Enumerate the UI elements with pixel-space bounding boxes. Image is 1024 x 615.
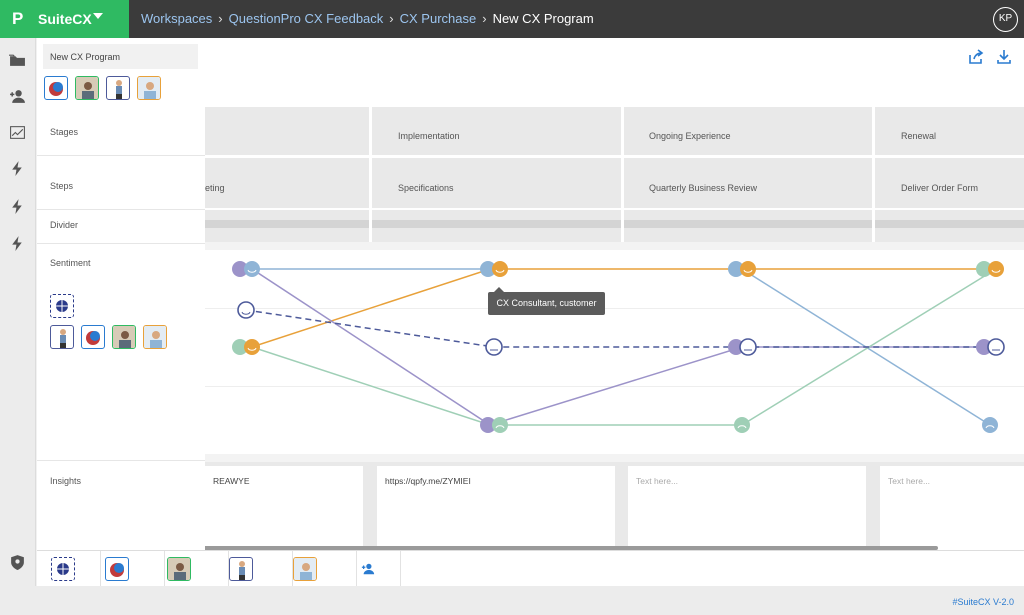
globe-icon[interactable] bbox=[51, 557, 75, 581]
row-label-stages: Stages bbox=[50, 127, 79, 137]
persona-avatar[interactable] bbox=[50, 325, 74, 349]
sentiment-face-icon bbox=[976, 338, 1005, 356]
insight-card[interactable]: REAWYE bbox=[205, 466, 363, 548]
persona-avatar[interactable] bbox=[105, 557, 129, 581]
insight-card[interactable]: Text here... bbox=[628, 466, 866, 548]
insight-card[interactable]: https://qpfy.me/ZYMIEI bbox=[377, 466, 615, 548]
persona-avatar[interactable] bbox=[229, 557, 253, 581]
tray-slot[interactable] bbox=[229, 551, 293, 586]
add-user-icon[interactable] bbox=[361, 562, 375, 576]
insight-card[interactable]: Text here... bbox=[880, 466, 1024, 548]
program-title: New CX Program bbox=[43, 44, 198, 69]
sentiment-tooltip: CX Consultant, customer bbox=[488, 287, 605, 315]
sentiment-face-icon bbox=[728, 261, 756, 277]
sentiment-face-icon bbox=[485, 338, 503, 356]
row-label-sentiment: Sentiment bbox=[50, 258, 91, 268]
row-label-steps: Steps bbox=[50, 181, 74, 191]
version-label: #SuiteCX V-2.0 bbox=[952, 597, 1014, 607]
persona-avatar[interactable] bbox=[137, 76, 161, 100]
persona-avatar[interactable] bbox=[112, 325, 136, 349]
footer bbox=[0, 586, 1024, 615]
sentiment-face-icon bbox=[728, 338, 757, 356]
tray-slot[interactable] bbox=[337, 551, 401, 586]
persona-avatar[interactable] bbox=[106, 76, 130, 100]
globe-icon[interactable] bbox=[50, 294, 74, 318]
row-label-divider: Divider bbox=[50, 220, 79, 230]
sentiment-face-icon bbox=[982, 417, 998, 433]
persona-avatar[interactable] bbox=[143, 325, 167, 349]
persona-avatar[interactable] bbox=[81, 325, 105, 349]
sentiment-face-icon bbox=[232, 261, 260, 277]
persona-avatar[interactable] bbox=[75, 76, 99, 100]
sentiment-face-icon bbox=[976, 261, 1004, 277]
row-label-insights: Insights bbox=[50, 476, 82, 486]
tray-slot[interactable] bbox=[101, 551, 165, 586]
persona-avatar[interactable] bbox=[167, 557, 191, 581]
sentiment-face-icon bbox=[232, 339, 260, 355]
persona-tray bbox=[37, 550, 1024, 586]
sentiment-face-icon bbox=[480, 417, 508, 433]
sentiment-face-icon bbox=[480, 261, 508, 277]
persona-avatar[interactable] bbox=[44, 76, 68, 100]
sentiment-face-icon bbox=[237, 301, 255, 319]
persona-avatar[interactable] bbox=[293, 557, 317, 581]
sentiment-face-icon bbox=[734, 417, 750, 433]
tray-slot[interactable] bbox=[37, 551, 101, 586]
tray-slot[interactable] bbox=[165, 551, 229, 586]
